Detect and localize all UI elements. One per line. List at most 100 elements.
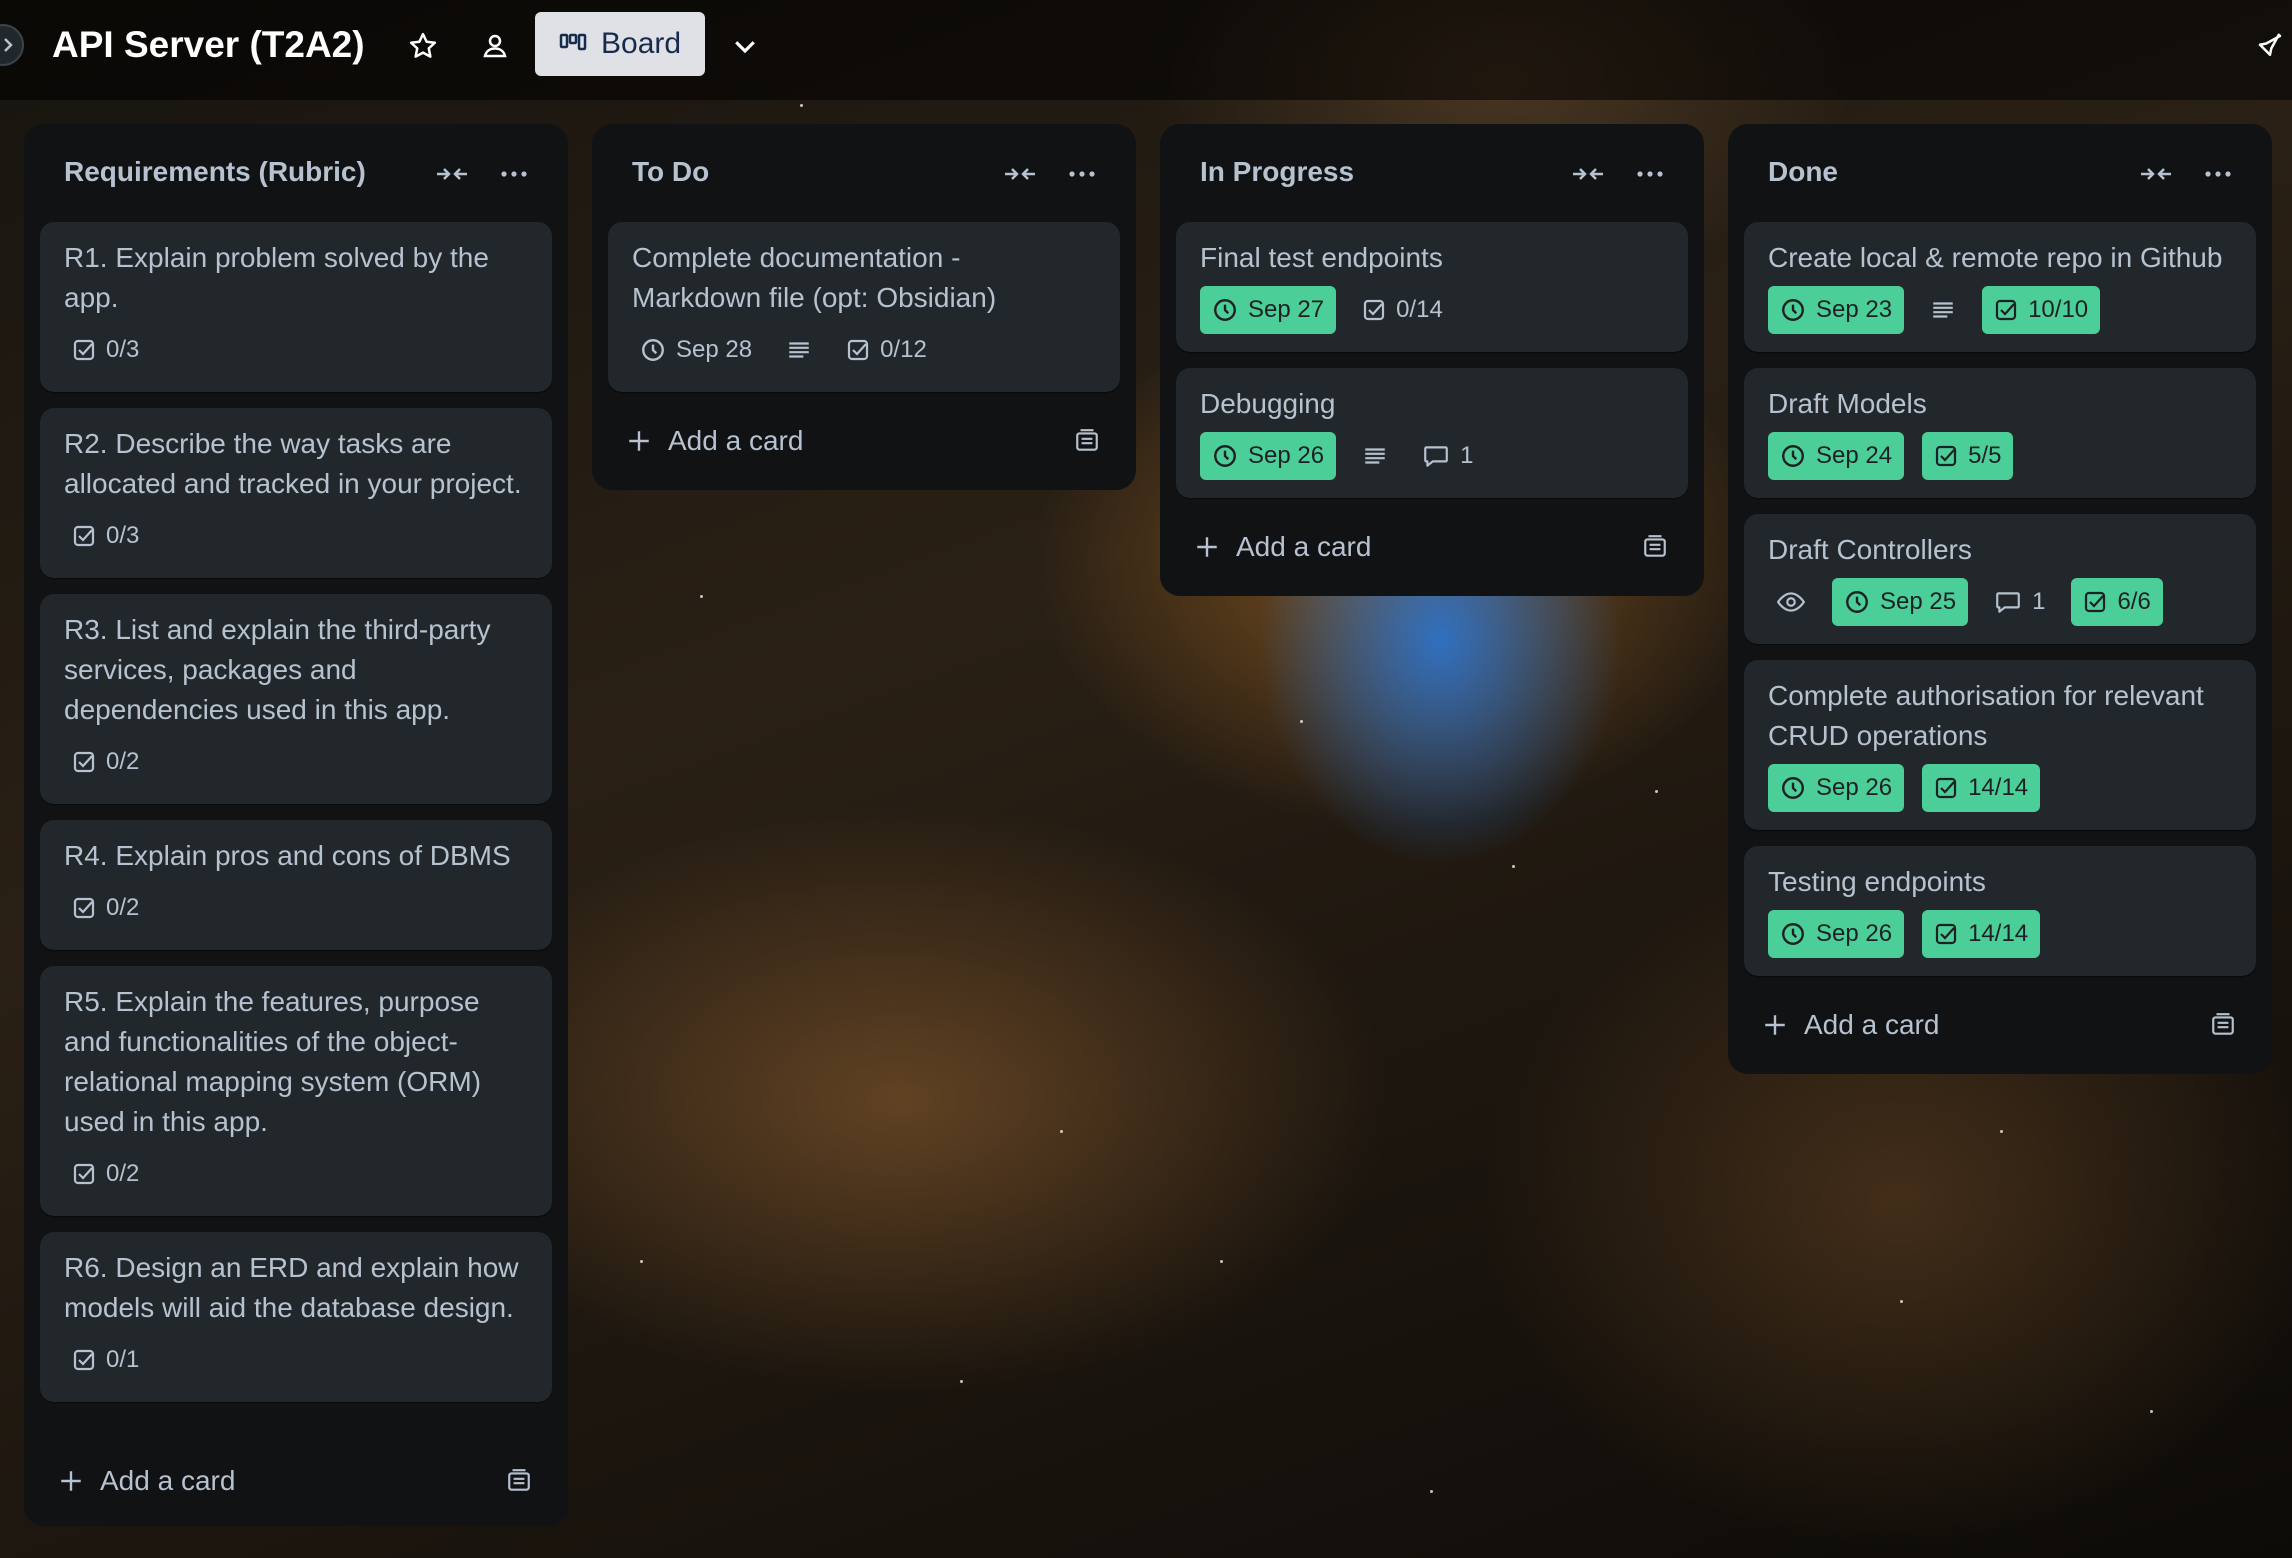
rocket-icon — [2258, 33, 2282, 56]
card[interactable]: R6. Design an ERD and explain how models… — [40, 1232, 552, 1402]
list-title[interactable]: Done — [1768, 152, 1838, 192]
due-date-badge[interactable]: Sep 27 — [1200, 286, 1337, 334]
due-date: Sep 25 — [1880, 588, 1957, 615]
sidebar-expand-button[interactable] — [0, 24, 24, 66]
due-date-badge[interactable]: Sep 25 — [1832, 578, 1969, 626]
checklist-badge: 0/14 — [1354, 286, 1451, 334]
create-from-template-button[interactable] — [2206, 1008, 2240, 1042]
due-date: Sep 27 — [1248, 296, 1325, 323]
comment-icon — [1424, 446, 1448, 467]
due-date: Sep 23 — [1816, 296, 1893, 323]
checklist-count: 0/2 — [106, 1160, 140, 1187]
add-card-button[interactable]: Add a card — [1744, 992, 2256, 1058]
board-view-label: Board — [601, 27, 682, 60]
checklist-icon — [73, 897, 95, 919]
checklist-badge: 0/2 — [64, 1150, 147, 1198]
card-title: Create local & remote repo in Github — [1768, 242, 2223, 273]
power-ups-button[interactable] — [2250, 26, 2290, 66]
checklist-icon — [1935, 923, 1957, 945]
due-date: Sep 26 — [1816, 774, 1893, 801]
add-card-button[interactable]: Add a card — [1176, 514, 1688, 580]
card[interactable]: Draft Controllers Sep 25 1 6/6 — [1744, 514, 2256, 644]
list-header: To Do — [608, 124, 1120, 222]
checklist-count: 0/2 — [106, 748, 140, 775]
create-from-template-button[interactable] — [502, 1464, 536, 1498]
checklist-icon — [1363, 299, 1385, 321]
card-title: Draft Models — [1768, 388, 1927, 419]
collapse-list-button[interactable] — [2138, 156, 2174, 192]
checklist-icon — [73, 751, 95, 773]
card[interactable]: Final test endpoints Sep 27 0/14 — [1176, 222, 1688, 352]
list-header: In Progress — [1176, 124, 1688, 222]
add-card-button[interactable]: Add a card — [40, 1448, 552, 1514]
card[interactable]: Complete authorisation for relevant CRUD… — [1744, 660, 2256, 830]
create-from-template-button[interactable] — [1070, 424, 1104, 458]
card[interactable]: R2. Describe the way tasks are allocated… — [40, 408, 552, 578]
card[interactable]: Testing endpoints Sep 26 14/14 — [1744, 846, 2256, 976]
card[interactable]: Draft Models Sep 24 5/5 — [1744, 368, 2256, 498]
create-from-template-button[interactable] — [1638, 530, 1672, 564]
list-title[interactable]: In Progress — [1200, 152, 1354, 192]
template-icon — [2212, 1013, 2234, 1035]
card[interactable]: R5. Explain the features, purpose and fu… — [40, 966, 552, 1216]
list-actions-button[interactable] — [1060, 156, 1104, 192]
due-date-badge[interactable]: Sep 24 — [1768, 432, 1905, 480]
list-title[interactable]: To Do — [632, 152, 709, 192]
description-icon — [1933, 302, 1953, 318]
checklist-badge: 0/2 — [64, 884, 147, 932]
board-view-button[interactable]: Board — [535, 12, 705, 76]
list-actions-button[interactable] — [1628, 156, 1672, 192]
clock-icon — [1782, 923, 1804, 945]
checklist-badge: 0/12 — [838, 326, 935, 374]
more-icon — [2205, 171, 2231, 177]
add-card-button[interactable]: Add a card — [608, 408, 1120, 474]
collapse-icon — [437, 168, 467, 180]
clock-icon — [1846, 591, 1868, 613]
checklist-icon — [847, 339, 869, 361]
checklist-count: 6/6 — [2117, 588, 2151, 615]
collapse-list-button[interactable] — [434, 156, 470, 192]
due-date-badge[interactable]: Sep 23 — [1768, 286, 1905, 334]
star-board-button[interactable] — [403, 26, 443, 66]
card[interactable]: Create local & remote repo in Github Sep… — [1744, 222, 2256, 352]
collapse-list-button[interactable] — [1570, 156, 1606, 192]
card-title: Complete authorisation for relevant CRUD… — [1768, 680, 2204, 751]
due-date-badge[interactable]: Sep 26 — [1768, 764, 1905, 812]
collapse-icon — [2141, 168, 2171, 180]
card[interactable]: R3. List and explain the third-party ser… — [40, 594, 552, 804]
clock-icon — [1782, 777, 1804, 799]
card-title: R2. Describe the way tasks are allocated… — [64, 428, 522, 499]
template-icon — [508, 1469, 530, 1491]
card-title: R5. Explain the features, purpose and fu… — [64, 986, 482, 1137]
checklist-badge: 14/14 — [1922, 764, 2041, 812]
comment-count: 1 — [1460, 442, 1474, 469]
list-actions-button[interactable] — [492, 156, 536, 192]
checklist-icon — [73, 525, 95, 547]
board-title[interactable]: API Server (T2A2) — [52, 20, 365, 70]
due-date: Sep 26 — [1816, 920, 1893, 947]
checklist-count: 0/1 — [106, 1346, 140, 1373]
due-date-badge: Sep 28 — [632, 326, 760, 374]
template-icon — [1076, 429, 1098, 451]
clock-icon — [1214, 299, 1236, 321]
view-switcher-dropdown[interactable] — [725, 26, 765, 66]
checklist-icon — [73, 1163, 95, 1185]
card[interactable]: R4. Explain pros and cons of DBMS 0/2 — [40, 820, 552, 950]
card[interactable]: R1. Explain problem solved by the app. 0… — [40, 222, 552, 392]
card[interactable]: Debugging Sep 26 1 — [1176, 368, 1688, 498]
visibility-button[interactable] — [475, 26, 515, 66]
add-card-label: Add a card — [1804, 1009, 1940, 1040]
collapse-icon — [1005, 168, 1035, 180]
eye-icon — [1776, 592, 1806, 612]
list-title[interactable]: Requirements (Rubric) — [64, 152, 366, 192]
due-date-badge[interactable]: Sep 26 — [1200, 432, 1337, 480]
board-header: API Server (T2A2) Board — [0, 0, 2292, 100]
due-date-badge[interactable]: Sep 26 — [1768, 910, 1905, 958]
description-badge — [778, 326, 820, 374]
collapse-list-button[interactable] — [1002, 156, 1038, 192]
list-in-progress: In Progress Final test endpoints Sep 27 … — [1160, 124, 1704, 596]
star-icon — [409, 32, 437, 58]
card-title: R4. Explain pros and cons of DBMS — [64, 840, 511, 871]
list-actions-button[interactable] — [2196, 156, 2240, 192]
card[interactable]: Complete documentation - Markdown file (… — [608, 222, 1120, 392]
